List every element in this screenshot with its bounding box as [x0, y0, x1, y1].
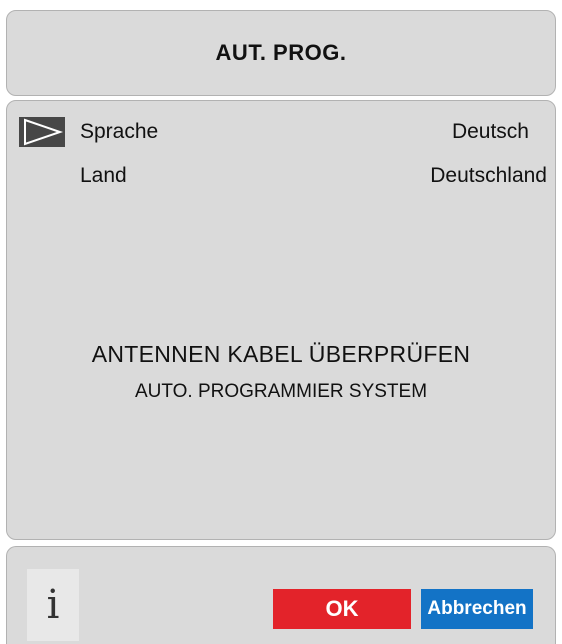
auto-program-message: AUTO. PROGRAMMIER SYSTEM — [134, 381, 428, 402]
check-antenna-message: ANTENNEN KABEL ÜBERPRÜFEN — [91, 341, 471, 367]
settings-panel: Sprache Deutsch Land Deutschland ANTENNE… — [6, 100, 556, 540]
setting-label-country: Land — [80, 164, 127, 187]
info-icon[interactable]: i — [27, 569, 79, 641]
setting-row-language[interactable]: Sprache Deutsch — [7, 117, 555, 147]
info-glyph: i — [46, 582, 60, 628]
ok-button[interactable]: OK — [273, 589, 411, 629]
setting-value-language: Deutsch — [451, 120, 529, 143]
cancel-button[interactable]: Abbrechen — [421, 589, 533, 629]
page-title: AUT. PROG. — [215, 40, 347, 65]
setting-row-country[interactable]: Land Deutschland — [7, 161, 555, 191]
setting-label-language: Sprache — [80, 120, 159, 143]
title-bar: AUT. PROG. — [6, 10, 556, 96]
setting-value-country: Deutschland — [430, 164, 547, 187]
selection-arrow-icon — [19, 117, 65, 147]
footer-bar: i OK Abbrechen — [6, 546, 556, 644]
